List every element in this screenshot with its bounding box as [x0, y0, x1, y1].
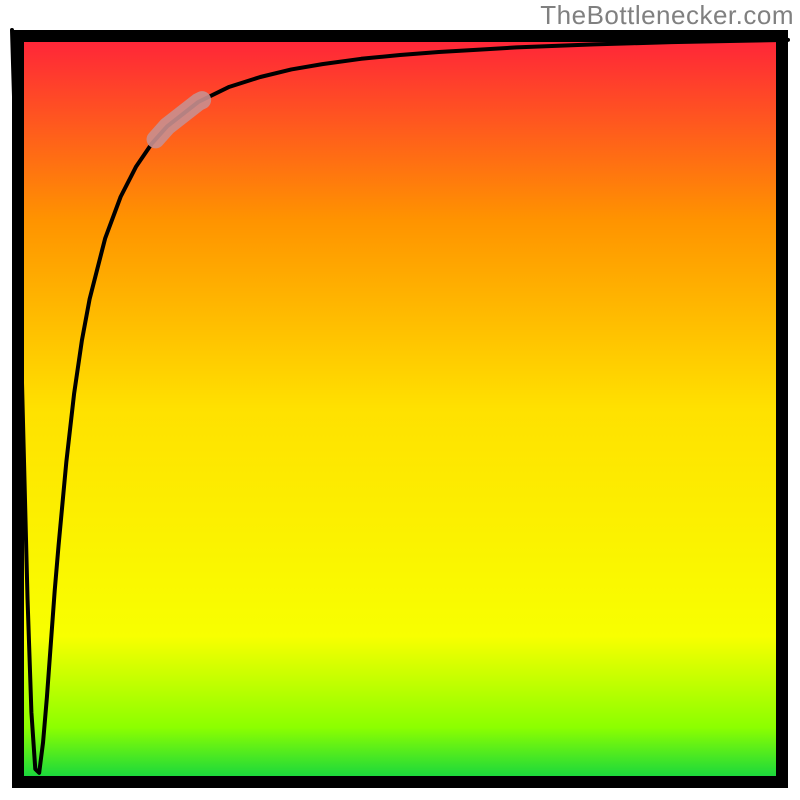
attribution-label: TheBottlenecker.com: [540, 0, 794, 31]
bottleneck-chart: [0, 0, 800, 800]
chart-container: TheBottlenecker.com: [0, 0, 800, 800]
plot-background: [12, 30, 788, 788]
